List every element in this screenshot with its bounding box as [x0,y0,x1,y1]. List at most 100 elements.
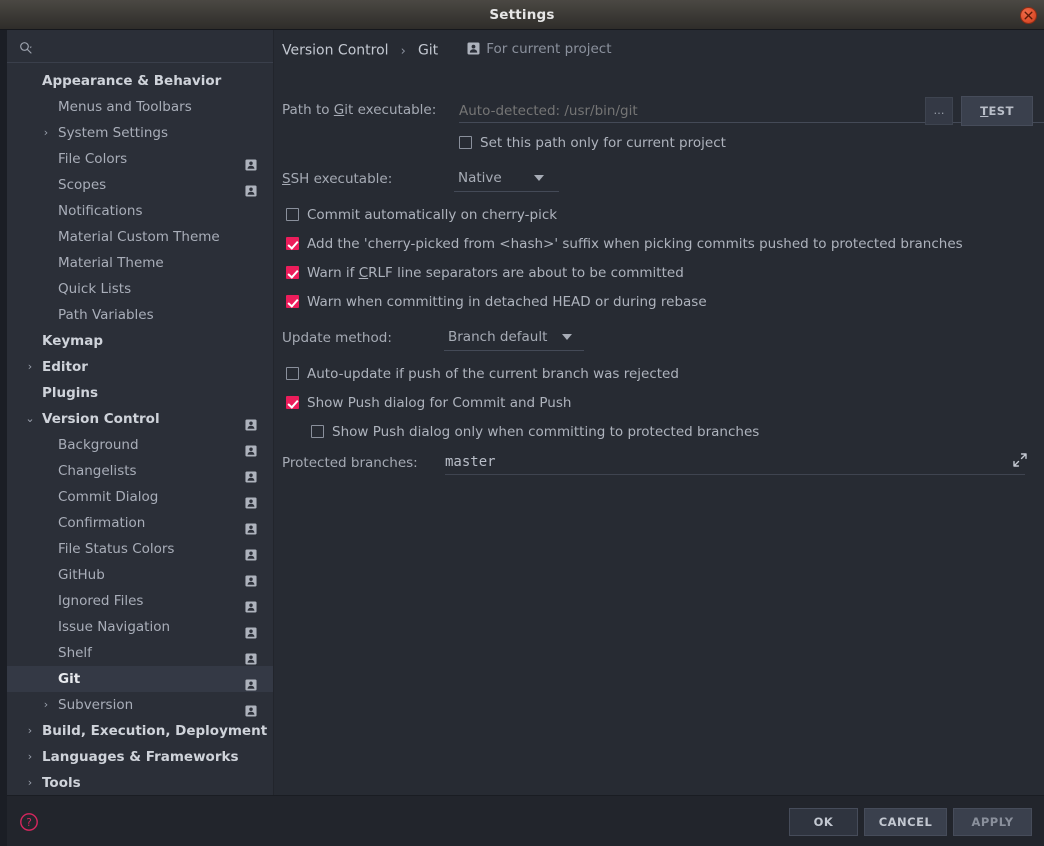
sidebar-item-subversion[interactable]: › Subversion [7,692,273,718]
browse-button[interactable]: … [925,97,953,125]
left-edge-strip [0,30,7,846]
settings-tree[interactable]: Appearance & Behavior Menus and Toolbars ›… [7,63,273,795]
sidebar-item-confirmation[interactable]: Confirmation [7,510,273,536]
test-button[interactable]: TEST [961,96,1033,126]
show-push-dialog-checkbox[interactable] [286,396,299,409]
sidebar-item-shelf[interactable]: Shelf [7,640,273,666]
chevron-right-icon[interactable]: › [39,692,53,718]
auto-update-rejected-checkbox[interactable] [286,367,299,380]
cancel-button[interactable]: CANCEL [864,808,947,836]
sidebar-item-appearance-behavior[interactable]: Appearance & Behavior [7,68,273,94]
sidebar-item-label: Changelists [58,463,137,479]
set-path-current-project-label: Set this path only for current project [480,135,726,151]
sidebar-item-label: Material Custom Theme [58,229,220,245]
show-push-protected-checkbox[interactable] [311,425,324,438]
sidebar-item-languages-frameworks[interactable]: › Languages & Frameworks [7,744,273,770]
sidebar-item-github[interactable]: GitHub [7,562,273,588]
sidebar-item-label: Build, Execution, Deployment [42,723,268,739]
sidebar-item-version-control[interactable]: ⌄ Version Control [7,406,273,432]
warn-crlf-checkbox[interactable] [286,266,299,279]
crlf-label-post: RLF line separators are about to be comm… [368,265,684,281]
sidebar-item-keymap[interactable]: Keymap [7,328,273,354]
project-badge-icon [245,543,257,561]
help-icon[interactable]: ? [19,812,39,832]
sidebar-item-material-theme[interactable]: Material Theme [7,250,273,276]
chevron-right-icon[interactable]: › [23,744,37,770]
project-badge-icon [245,595,257,613]
project-badge-icon [245,569,257,587]
project-badge-icon [245,179,257,197]
sidebar-item-file-status-colors[interactable]: File Status Colors [7,536,273,562]
sidebar-item-label: Appearance & Behavior [42,73,222,89]
settings-content: Version Control › Git For current projec… [274,30,1044,795]
sidebar-item-git[interactable]: Git [7,666,273,692]
cherry-picked-suffix-label: Add the 'cherry-picked from <hash>' suff… [307,236,963,252]
crlf-label-mnemonic: C [358,265,369,281]
project-badge-icon [245,153,257,171]
git-path-input[interactable] [459,99,1044,122]
project-badge-icon [245,491,257,509]
sidebar-item-background[interactable]: Background [7,432,273,458]
sidebar-item-menus-and-toolbars[interactable]: Menus and Toolbars [7,94,273,120]
sidebar-item-label: Notifications [58,203,143,219]
sidebar-item-notifications[interactable]: Notifications [7,198,273,224]
update-method-dropdown[interactable]: Branch default [444,325,584,351]
commit-cherry-pick-checkbox[interactable] [286,208,299,221]
chevron-down-icon [562,334,572,340]
close-icon[interactable] [1020,7,1037,24]
sidebar-item-tools[interactable]: › Tools [7,770,273,795]
sidebar-item-plugins[interactable]: Plugins [7,380,273,406]
warn-detached-head-checkbox[interactable] [286,295,299,308]
sidebar-item-label: Quick Lists [58,281,132,297]
sidebar-item-commit-dialog[interactable]: Commit Dialog [7,484,273,510]
chevron-right-icon[interactable]: › [23,354,37,380]
git-path-field [459,99,1044,123]
sidebar-item-scopes[interactable]: Scopes [7,172,273,198]
sidebar-item-label: Issue Navigation [58,619,171,635]
path-label-pre: Path to [282,102,334,118]
cherry-picked-suffix-checkbox[interactable] [286,237,299,250]
sidebar-item-file-colors[interactable]: File Colors [7,146,273,172]
chevron-down-icon[interactable]: ⌄ [23,406,37,432]
set-path-current-project-checkbox[interactable] [459,136,472,149]
apply-button[interactable]: APPLY [953,808,1032,836]
sidebar-item-editor[interactable]: › Editor [7,354,273,380]
sidebar-item-build-execution-deployment[interactable]: › Build, Execution, Deployment [7,718,273,744]
project-badge-icon [245,699,257,717]
sidebar-item-issue-navigation[interactable]: Issue Navigation [7,614,273,640]
protected-branches-label: Protected branches: [282,455,418,471]
auto-update-rejected-label: Auto-update if push of the current branc… [307,366,679,382]
sidebar-item-ignored-files[interactable]: Ignored Files [7,588,273,614]
chevron-right-icon[interactable]: › [23,718,37,744]
sidebar-item-material-custom-theme[interactable]: Material Custom Theme [7,224,273,250]
sidebar-item-label: Confirmation [58,515,146,531]
sidebar-item-changelists[interactable]: Changelists [7,458,273,484]
sidebar-item-quick-lists[interactable]: Quick Lists [7,276,273,302]
search-input[interactable] [39,35,264,57]
chevron-right-icon[interactable]: › [23,770,37,795]
sidebar-item-label: Tools [42,775,81,791]
sidebar-item-path-variables[interactable]: Path Variables [7,302,273,328]
protected-branches-input[interactable] [445,450,985,474]
sidebar-item-system-settings[interactable]: › System Settings [7,120,273,146]
project-badge-icon [245,413,257,431]
expand-icon[interactable] [1012,452,1028,468]
chevron-right-icon[interactable]: › [39,120,53,146]
ok-button[interactable]: OK [789,808,858,836]
dialog-footer: ? OK CANCEL APPLY [7,795,1044,846]
close-glyph [1024,11,1033,20]
breadcrumb-parent[interactable]: Version Control [282,43,389,59]
ssh-executable-dropdown[interactable]: Native [454,166,559,192]
warn-detached-head-label: Warn when committing in detached HEAD or… [307,294,707,310]
ssh-executable-label: SSH executable: [282,169,392,189]
sidebar-item-label: System Settings [58,125,169,141]
